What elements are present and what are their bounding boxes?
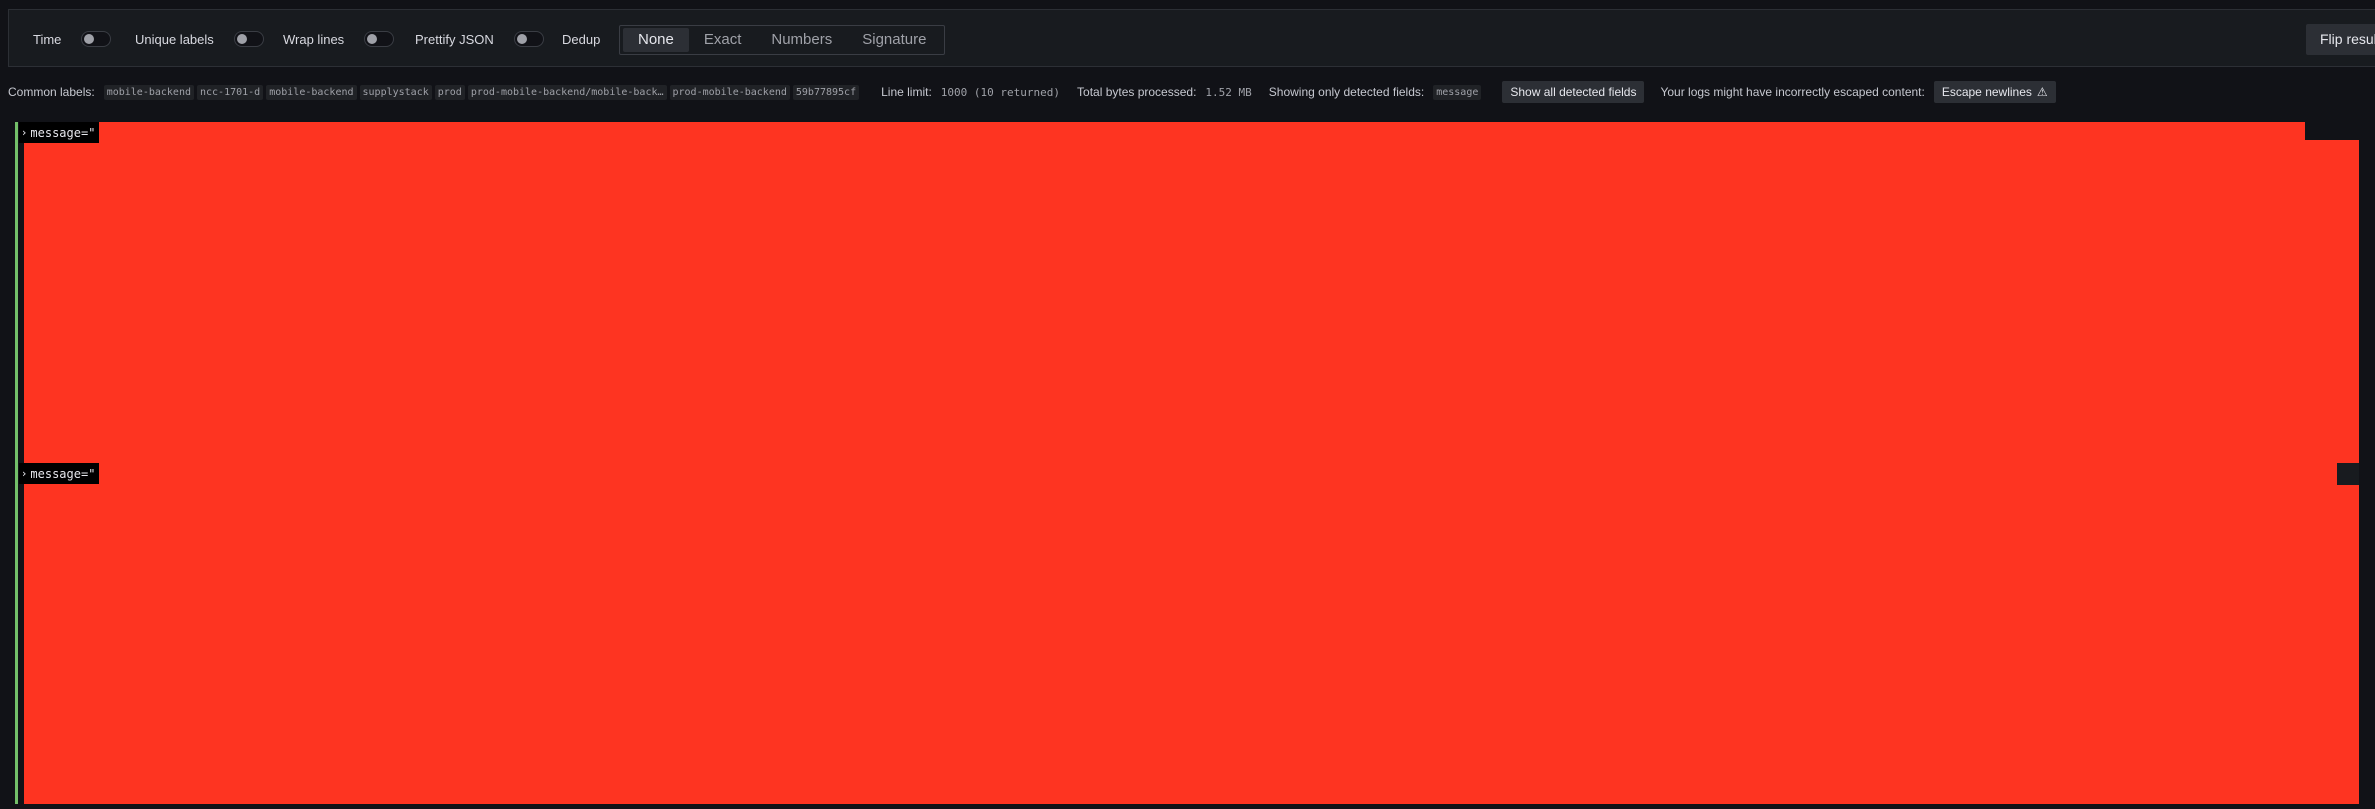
redacted-content [24,463,2337,485]
wrap-lines-label: Wrap lines [283,31,345,47]
escape-newlines-button[interactable]: Escape newlines ⚠ [1933,81,2056,103]
time-option: Time [33,10,112,68]
common-label-chip: mobile-backend [103,84,194,100]
row-corner [2337,463,2359,485]
chevron-right-icon[interactable]: › [22,467,26,480]
flip-results-button[interactable]: Flip results [2306,24,2375,55]
line-limit-title: Line limit: [881,85,932,99]
dedup-option: Dedup [562,10,620,68]
redacted-content [24,485,2359,804]
dedup-none-button[interactable]: None [623,28,689,52]
common-labels-title: Common labels: [8,85,95,99]
prettify-json-option: Prettify JSON [415,10,544,68]
chevron-right-icon[interactable]: › [22,126,26,139]
unique-labels-toggle[interactable] [233,31,264,47]
time-toggle[interactable] [81,31,112,47]
common-label-chip: prod-mobile-backend/mobile-back… [467,84,667,100]
common-label-chip: prod [434,84,465,100]
bytes-processed-value: 1.52 MB [1205,85,1252,99]
dedup-numbers-button[interactable]: Numbers [756,28,847,52]
time-label: Time [33,31,62,47]
redacted-content [24,140,2359,463]
detected-fields-title: Showing only detected fields: [1268,85,1425,99]
wrap-lines-option: Wrap lines [283,10,395,68]
log-level-bar [15,463,18,804]
escape-warning-text: Your logs might have incorrectly escaped… [1660,85,1925,99]
common-label-chip: ncc-1701-d [197,84,264,100]
toggle-knob [367,34,378,44]
warning-triangle-icon: ⚠ [2036,85,2048,99]
common-label-chip: mobile-backend [266,84,357,100]
dedup-exact-button[interactable]: Exact [689,28,757,52]
toggle-knob [84,34,95,44]
common-label-chip: 59b77895cf [792,84,860,100]
log-row-header[interactable]: › message=" [19,122,100,143]
prettify-json-toggle[interactable] [513,31,544,47]
toggle-knob [516,34,527,44]
dedup-signature-button[interactable]: Signature [847,28,941,52]
log-message-prefix: message=" [30,125,96,140]
log-row-header[interactable]: › message=" [19,463,100,484]
bytes-processed-title: Total bytes processed: [1077,85,1197,99]
log-message-prefix: message=" [30,466,96,481]
log-meta-row: Common labels: mobile-backend ncc-1701-d… [8,80,2056,104]
log-row[interactable]: › message=" [15,122,2375,463]
dedup-label: Dedup [562,31,601,47]
detected-field-chip: message [1433,84,1482,100]
dedup-mode-selector: None Exact Numbers Signature [619,25,946,55]
unique-labels-label: Unique labels [135,31,214,47]
unique-labels-option: Unique labels [135,10,264,68]
common-label-chip: supplystack [359,84,432,100]
toggle-knob [236,34,247,44]
line-limit-value: 1000 (10 returned) [940,85,1061,99]
log-row[interactable]: › message=" [15,463,2375,804]
wrap-lines-toggle[interactable] [364,31,395,47]
show-all-detected-fields-button[interactable]: Show all detected fields [1502,81,1645,103]
prettify-json-label: Prettify JSON [415,31,494,47]
common-label-chip: prod-mobile-backend [669,84,790,100]
redacted-content [24,122,2305,140]
escape-newlines-label: Escape newlines [1941,85,2032,99]
log-level-bar [15,122,18,463]
log-options-toolbar: Time Unique labels Wrap lines Prettify J… [8,9,2375,67]
